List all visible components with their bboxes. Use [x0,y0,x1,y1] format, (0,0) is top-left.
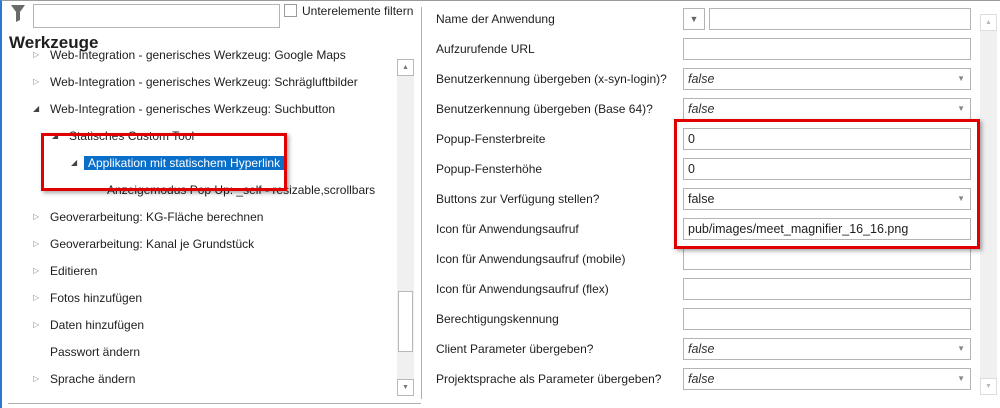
subfilter-label: Unterelemente filtern [302,4,414,18]
collapsed-arrow-icon[interactable]: ▷ [33,78,41,86]
property-value: false [688,102,715,116]
tree-item[interactable]: ▷ Geoverarbeitung: KG-Fläche berechnen [33,206,264,228]
property-input[interactable] [683,38,971,60]
property-label: Benutzerkennung übergeben (x-syn-login)? [436,72,667,86]
dropdown-arrow-icon[interactable]: ▼ [957,99,965,119]
collapsed-arrow-icon[interactable]: ▷ [33,213,41,221]
dropdown-arrow-icon[interactable]: ▼ [957,339,965,359]
property-select[interactable]: false ▼ [683,68,971,90]
tree-item-label: Web-Integration - generisches Werkzeug: … [50,102,336,116]
tree-item[interactable]: ▷ Daten hinzufügen [33,314,145,336]
collapsed-arrow-icon[interactable]: ▷ [33,294,41,302]
scroll-up-button[interactable]: ▲ [980,14,997,31]
highlight-box-properties [674,119,980,249]
highlight-box-tree [41,133,287,191]
filter-input[interactable] [33,4,280,28]
property-label: Icon für Anwendungsaufruf (flex) [436,282,609,296]
property-label: Popup-Fensterhöhe [436,162,543,176]
property-label: Client Parameter übergeben? [436,342,594,356]
property-label: Aufzurufende URL [436,42,535,56]
panel-divider [421,7,422,399]
scroll-down-button[interactable]: ▼ [980,378,997,395]
property-label: Buttons zur Verfügung stellen? [436,192,600,206]
property-label: Popup-Fensterbreite [436,132,546,146]
tree-item[interactable]: ▷ Web-Integration - generisches Werkzeug:… [33,71,358,93]
tree-item[interactable]: ▷ Fotos hinzufügen [33,287,143,309]
tree-item-label: Geoverarbeitung: Kanal je Grundstück [50,237,255,251]
property-input[interactable] [683,278,971,300]
property-value: false [688,372,715,386]
tree-item[interactable]: ◢ Web-Integration - generisches Werkzeug:… [33,98,336,120]
tree-item[interactable]: ▷ Editieren [33,260,98,282]
tree-item-label: Web-Integration - generisches Werkzeug: … [50,48,346,62]
tree-item[interactable]: ▷ Geoverarbeitung: Kanal je Grundstück [33,233,255,255]
property-label: Name der Anwendung [436,12,555,26]
property-label: Benutzerkennung übergeben (Base 64)? [436,102,653,116]
property-label: Icon für Anwendungsaufruf [436,222,579,236]
property-select[interactable]: false ▼ [683,338,971,360]
property-value: false [688,342,715,356]
tree-item-label: Web-Integration - generisches Werkzeug: … [50,75,358,89]
property-label: Berechtigungskennung [436,312,559,326]
subfilter-checkbox[interactable] [284,4,297,17]
property-input[interactable] [683,248,971,270]
tree-item-label: Passwort ändern [50,345,141,359]
tree-scrollbar[interactable]: ▲ ▼ [397,59,414,396]
scroll-down-button[interactable]: ▼ [397,379,414,396]
scroll-up-button[interactable]: ▲ [397,59,414,76]
filter-icon[interactable] [10,4,26,22]
property-label: Icon für Anwendungsaufruf (mobile) [436,252,626,266]
property-label: Projektsprache als Parameter übergeben? [436,372,662,386]
collapsed-arrow-icon[interactable]: ▷ [33,51,41,59]
tree-item-label: Fotos hinzufügen [50,291,143,305]
tree-item[interactable]: ▷ Web-Integration - generisches Werkzeug:… [33,44,346,66]
dropdown-arrow-icon[interactable]: ▼ [957,369,965,389]
property-value: false [688,72,715,86]
collapsed-arrow-icon[interactable]: ▷ [33,321,41,329]
name-dropdown-button[interactable]: ▼ [683,8,705,30]
scroll-thumb[interactable] [398,291,413,352]
property-input[interactable] [709,8,971,30]
tree-item-label: Geoverarbeitung: KG-Fläche berechnen [50,210,264,224]
collapsed-arrow-icon[interactable]: ▷ [33,267,41,275]
divider [8,403,421,404]
property-select[interactable]: false ▼ [683,368,971,390]
properties-scrollbar[interactable]: ▲ ▼ [980,14,997,395]
expanded-arrow-icon[interactable]: ◢ [33,105,41,113]
dropdown-arrow-icon[interactable]: ▼ [957,69,965,89]
tree-item[interactable]: ▷ Sprache ändern [33,368,136,390]
tree-item-label: Sprache ändern [50,372,136,386]
collapsed-arrow-icon[interactable]: ▷ [33,240,41,248]
collapsed-arrow-icon[interactable]: ▷ [33,375,41,383]
property-input[interactable] [683,308,971,330]
tree-item-label: Daten hinzufügen [50,318,145,332]
tree-item[interactable]: Passwort ändern [50,341,140,363]
tree-item-label: Editieren [50,264,98,278]
property-select[interactable]: false ▼ [683,98,971,120]
